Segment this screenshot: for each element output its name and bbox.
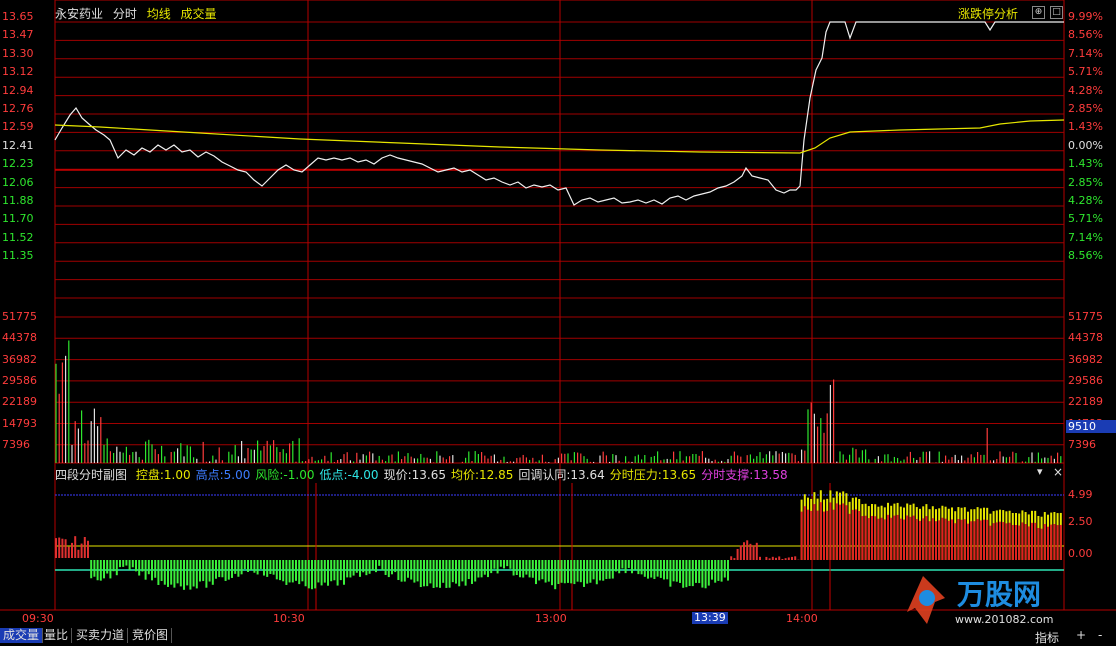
sub-indicator-item: 低点:-4.00 <box>319 468 379 482</box>
watermark-logo: 万股网 www.201082.com <box>905 568 1065 628</box>
volume-label: 44378 <box>2 331 37 345</box>
volume-label: 22189 <box>2 395 37 409</box>
close-icon[interactable]: × <box>1053 465 1063 479</box>
tab-auction[interactable]: 竞价图 <box>129 628 173 643</box>
price-label: 11.70 <box>2 212 34 226</box>
price-label: 12.94 <box>2 83 34 97</box>
percent-label: 8.56% <box>1068 28 1103 42</box>
sub-axis-label: 0.00 <box>1068 547 1093 560</box>
percent-label: 8.56% <box>1068 249 1103 263</box>
volume-label: 36982 <box>1068 352 1103 366</box>
plus-button[interactable]: + <box>1076 628 1086 642</box>
price-label: 12.06 <box>2 175 34 189</box>
sub-indicator-item: 回调认同:13.64 <box>518 468 605 482</box>
chart-header: 永安药业 分时 均线 成交量 <box>55 5 223 22</box>
price-label: 11.52 <box>2 230 34 244</box>
volume-label: 29586 <box>2 373 37 387</box>
price-label: 12.41 <box>2 138 34 152</box>
percent-label: 2.85% <box>1068 102 1103 115</box>
percent-label: 5.71% <box>1068 65 1103 79</box>
percent-label: 7.14% <box>1068 230 1103 244</box>
sub-indicator-item: 分时支撑:13.58 <box>701 468 788 482</box>
time-label-1300: 13:00 <box>535 612 567 625</box>
percent-label: 9.99% <box>1068 10 1103 23</box>
sub-indicator-item: 现价:13.65 <box>383 468 446 482</box>
tab-buy-sell-force[interactable]: 买卖力道 <box>73 628 129 643</box>
stock-name: 永安药业 <box>55 7 104 21</box>
price-label: 13.65 <box>2 10 34 23</box>
mode-label[interactable]: 分时 <box>113 7 137 21</box>
percent-label: 1.43% <box>1068 157 1103 171</box>
volume-label: 51775 <box>2 310 37 323</box>
limit-analysis-link[interactable]: 涨跌停分析 <box>958 5 1018 22</box>
tab-volume[interactable]: 成交量 <box>0 628 44 643</box>
sub-chart-header: 四段分时副图 控盘:1.00 高点:5.00 风险:-1.00 低点:-4.00 现价:… <box>55 466 788 483</box>
percent-label: 7.14% <box>1068 46 1103 60</box>
sub-indicator-item: 均价:12.85 <box>450 468 514 482</box>
sub-chart-title: 四段分时副图 <box>55 468 128 482</box>
percent-label: 4.28% <box>1068 83 1103 97</box>
price-label: 12.76 <box>2 102 34 115</box>
volume-label: 7396 <box>1068 437 1096 451</box>
sub-indicator-item: 风险:-1.00 <box>255 468 315 482</box>
volume-label: 29586 <box>1068 373 1103 387</box>
volume-label: 51775 <box>1068 310 1103 323</box>
volume-label: 14793 <box>2 416 37 430</box>
sub-indicator-item: 控盘:1.00 <box>135 468 191 482</box>
sub-axis-label: 2.50 <box>1068 515 1093 528</box>
current-volume-badge: 9510 <box>1066 420 1116 433</box>
minus-button[interactable]: - <box>1098 628 1102 642</box>
zoom-in-icon[interactable]: ⊕ <box>1032 6 1045 19</box>
price-label: 13.47 <box>2 28 34 42</box>
percent-label: 5.71% <box>1068 212 1103 226</box>
percent-label: 4.28% <box>1068 194 1103 207</box>
indicator-button[interactable]: 指标 <box>1035 629 1059 646</box>
price-label: 12.59 <box>2 120 34 134</box>
dropdown-icon[interactable]: ▾ <box>1037 465 1043 478</box>
intraday-chart <box>0 0 1116 611</box>
percent-label: 1.43% <box>1068 120 1103 134</box>
time-label-0930: 09:30 <box>22 612 54 625</box>
watermark-text: 万股网 <box>957 578 1041 611</box>
volume-label: 36982 <box>2 352 37 366</box>
time-label-1030: 10:30 <box>273 612 305 625</box>
volume-label: 22189 <box>1068 395 1103 409</box>
volume-label: 44378 <box>1068 331 1103 345</box>
price-label: 11.35 <box>2 249 34 263</box>
price-label: 13.12 <box>2 65 34 79</box>
time-label-1400: 14:00 <box>786 612 818 625</box>
price-label: 12.23 <box>2 157 34 171</box>
percent-label: 0.00% <box>1068 138 1103 152</box>
volume-label[interactable]: 成交量 <box>181 7 217 21</box>
sub-indicator-item: 高点:5.00 <box>195 468 251 482</box>
price-label: 13.30 <box>2 46 34 60</box>
watermark-url: www.201082.com <box>955 613 1053 626</box>
avg-line-label[interactable]: 均线 <box>147 7 171 21</box>
cursor-time-badge: 13:39 <box>692 611 728 624</box>
volume-label: 7396 <box>2 437 30 451</box>
sub-axis-label: 4.99 <box>1068 488 1093 501</box>
tab-volume-ratio[interactable]: 量比 <box>41 628 73 643</box>
expand-icon[interactable]: □ <box>1050 6 1063 19</box>
sub-indicator-item: 分时压力:13.65 <box>609 468 697 482</box>
price-label: 11.88 <box>2 194 34 207</box>
percent-label: 2.85% <box>1068 175 1103 189</box>
